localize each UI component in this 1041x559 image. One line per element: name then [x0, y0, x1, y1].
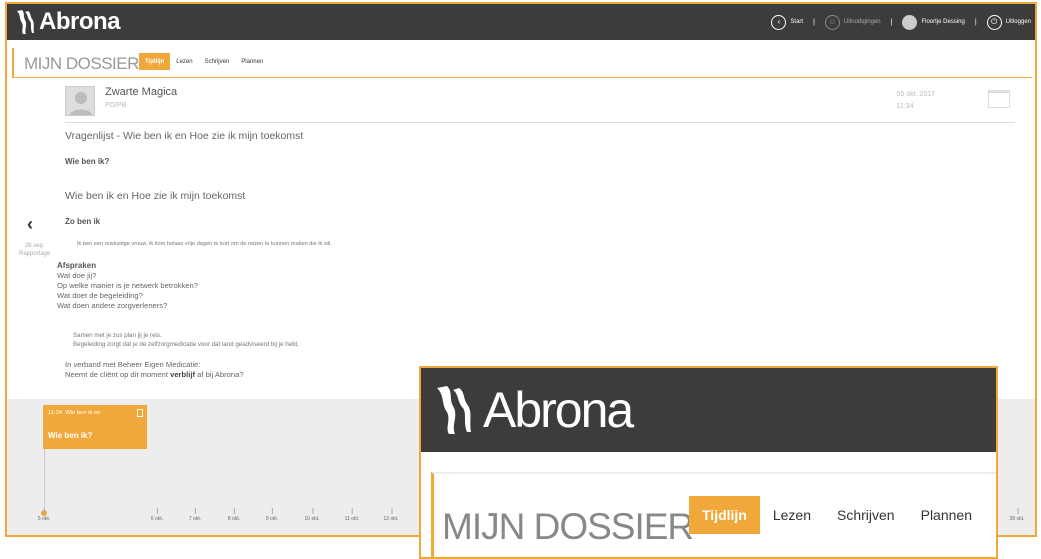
entry-date: 05 okt. 2017: [896, 91, 935, 98]
separator: |: [813, 18, 815, 26]
section-heading: Afspraken: [57, 261, 97, 270]
page-title: MIJN DOSSIER: [24, 54, 139, 73]
top-bar: Abrona ‹ Start | ☺ Uitnodigingen | Floor…: [7, 4, 1035, 40]
zoom-tab-tijdlijn: Tijdlijn: [689, 496, 760, 534]
medication-text: af bij Abrona?: [195, 370, 244, 379]
timeline-card-header: 11:34 Wie ben ik en: [48, 410, 100, 416]
previous-entry-type: Rapportage: [19, 251, 51, 257]
zoom-tab-plannen: Plannen: [920, 507, 972, 523]
zoom-page-title: MIJN DOSSIER: [442, 506, 694, 547]
timeline-card[interactable]: 11:34 Wie ben ik en Wie ben ik?: [43, 405, 147, 449]
timeline-card-title: Wie ben ik en: [65, 410, 101, 416]
zoom-tab-bar: Tijdlijn Lezen Schrijven Plannen: [689, 496, 985, 534]
user-name: Floortje Dessing: [921, 19, 965, 25]
zoom-callout: Abrona MIJN DOSSIER Tijdlijn Lezen Schri…: [419, 366, 998, 559]
entry-datetime: 05 okt. 2017 11:34: [896, 89, 935, 113]
tab-tijdlijn[interactable]: Tijdlijn: [139, 53, 171, 70]
question: Op welke manier is je netwerk betrokken?: [57, 281, 198, 290]
zoom-dossier-header: MIJN DOSSIER Tijdlijn Lezen Schrijven Pl…: [431, 472, 996, 557]
previous-entry-label[interactable]: 28 sep. Rapportage: [19, 242, 50, 258]
entry-paragraph: Ik ben een reislustige vrouw. ik kom hel…: [77, 241, 332, 247]
answer-list: Samen met je zus plan jij je reis. Begel…: [73, 331, 299, 349]
person-icon: [69, 92, 93, 115]
entry-time: 11:34: [896, 103, 914, 110]
previous-entry-date: 28 sep.: [24, 243, 45, 249]
question: Wat doe jij?: [57, 271, 97, 280]
start-link[interactable]: ‹ Start: [771, 14, 804, 30]
section-heading: Wie ben ik?: [65, 157, 110, 166]
user-link[interactable]: Floortje Dessing: [902, 14, 965, 30]
timeline-connector: [44, 449, 45, 510]
logout-label: Uitloggen: [1005, 19, 1031, 25]
start-label: Start: [790, 19, 804, 25]
brand-name: Abrona: [39, 8, 121, 35]
document-icon: [137, 409, 143, 417]
calendar-icon: [988, 90, 1010, 108]
date-tick: 8 okt.: [227, 508, 241, 522]
timeline-card-time: 11:34: [48, 410, 63, 416]
date-tick: 9 okt.: [265, 508, 279, 522]
separator: |: [890, 18, 893, 26]
date-tick: 12 okt.: [383, 508, 399, 522]
medication-line: Neemt de cliënt op dit moment verblijf a…: [65, 370, 244, 380]
zoom-top-bar: Abrona: [421, 368, 996, 452]
timeline-card-heading: Wie ben ik?: [48, 431, 93, 439]
tab-lezen[interactable]: Lezen: [170, 53, 198, 70]
abrona-figure-icon: [17, 10, 34, 34]
tab-plannen[interactable]: Plannen: [235, 53, 269, 70]
answer: Begeleiding zorgt dat je de zelfzorgmedi…: [73, 341, 299, 348]
medication-intro: In verband met Beheer Eigen Medicatie:: [65, 360, 201, 369]
brand-name: Abrona: [483, 382, 634, 438]
logout-icon: ⏻: [986, 14, 1002, 30]
entry-title: Vragenlijst - Wie ben ik en Hoe zie ik m…: [65, 130, 304, 142]
date-tick: 7 okt.: [188, 508, 202, 522]
divider: [65, 122, 1015, 123]
timeline-entry: Zwarte Magica PO/PB 05 okt. 2017 11:34 V…: [57, 84, 1015, 394]
back-arrow-icon: ‹: [771, 14, 787, 30]
author-avatar: [65, 86, 95, 116]
invitations-link[interactable]: ☺ Uitnodigingen: [824, 14, 881, 30]
date-tick: 5 okt.: [37, 508, 51, 522]
abrona-logo: Abrona: [429, 374, 634, 446]
tab-bar: Tijdlijn Lezen Schrijven Plannen: [139, 53, 269, 70]
abrona-logo[interactable]: Abrona: [13, 7, 121, 37]
abrona-figure-icon: [437, 386, 471, 434]
invitations-label: Uitnodigingen: [843, 19, 881, 25]
medication-text: Neemt de cliënt op dit moment: [65, 370, 171, 379]
invitations-icon: ☺: [824, 14, 840, 30]
question: Wat doet de begeleiding?: [57, 291, 143, 300]
date-tick: 6 okt.: [150, 508, 164, 522]
date-tick: 11 okt.: [344, 508, 360, 522]
date-tick: 10 okt.: [304, 508, 320, 522]
author-role: PO/PB: [105, 102, 127, 109]
date-tick: 28 okt.: [1009, 508, 1025, 522]
top-navigation: ‹ Start | ☺ Uitnodigingen | Floortje Des…: [771, 4, 1031, 40]
question: Wat doen andere zorgverleners?: [57, 301, 168, 310]
separator: |: [974, 18, 977, 26]
entry-subtitle: Wie ben ik en Hoe zie ik mijn toekomst: [65, 190, 246, 202]
medication-bold: verblijf: [170, 370, 196, 379]
zoom-tab-lezen: Lezen: [772, 507, 812, 523]
logout-link[interactable]: ⏻ Uitloggen: [986, 14, 1031, 30]
zoom-tab-schrijven: Schrijven: [837, 507, 895, 523]
question-list: Wat doe jij? Op welke manier is je netwe…: [57, 271, 198, 311]
tab-schrijven[interactable]: Schrijven: [199, 53, 236, 70]
author-name: Zwarte Magica: [105, 86, 178, 98]
previous-entry-arrow-icon[interactable]: ‹: [27, 214, 33, 235]
user-avatar-icon: [902, 14, 918, 30]
section-heading: Zo ben ik: [65, 217, 101, 226]
answer: Samen met je zus plan jij je reis.: [73, 332, 162, 339]
dossier-header: MIJN DOSSIER Tijdlijn Lezen Schrijven Pl…: [12, 48, 1032, 78]
medication-question: In verband met Beheer Eigen Medicatie: N…: [65, 360, 244, 380]
